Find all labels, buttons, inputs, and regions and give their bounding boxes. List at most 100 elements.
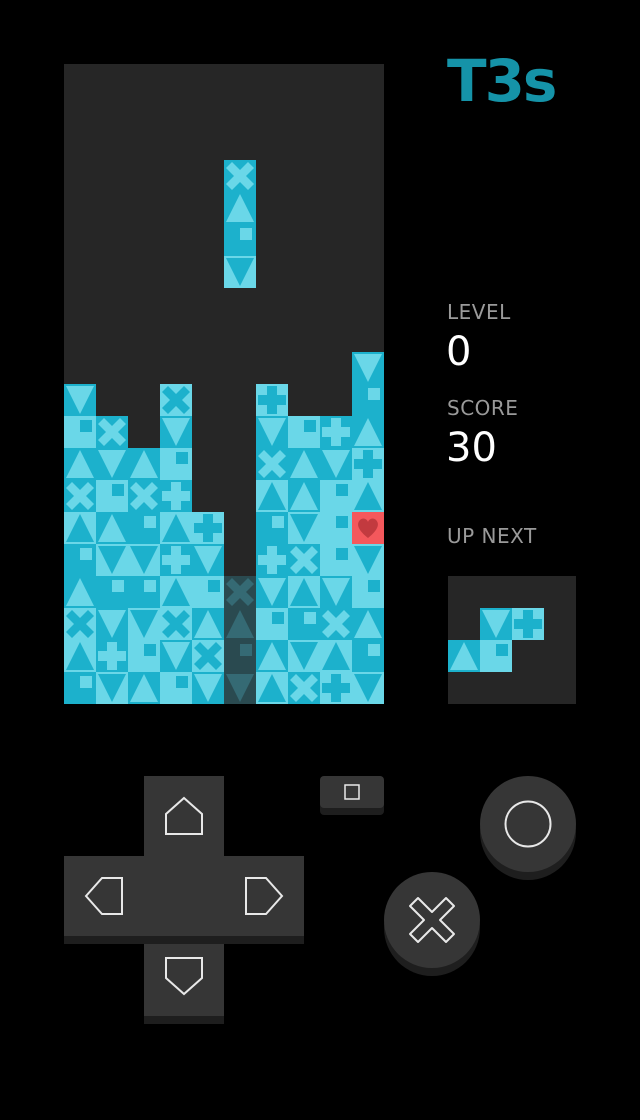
next-piece-block — [448, 640, 480, 672]
circle-button[interactable] — [480, 776, 576, 872]
stack-block — [160, 576, 192, 608]
stack-block — [128, 640, 160, 672]
dpad-right-button[interactable] — [224, 856, 304, 936]
stack-block — [96, 640, 128, 672]
cross-button[interactable] — [384, 872, 480, 968]
stack-block — [320, 416, 352, 448]
stack-block — [352, 608, 384, 640]
level-value: 0 — [446, 329, 472, 375]
stack-block — [288, 480, 320, 512]
stack-block — [352, 544, 384, 576]
app-title: T3s — [447, 47, 557, 115]
stack-block — [288, 512, 320, 544]
stack-block — [320, 640, 352, 672]
stack-block — [256, 416, 288, 448]
stack-block — [352, 512, 384, 544]
stack-block — [192, 640, 224, 672]
stack-block — [352, 480, 384, 512]
stack-block — [128, 608, 160, 640]
dpad-center — [144, 856, 224, 936]
stack-block — [160, 672, 192, 704]
active-piece-block — [224, 160, 256, 192]
stack-block — [288, 640, 320, 672]
stack-block — [256, 544, 288, 576]
dpad-down-button[interactable] — [144, 936, 224, 1016]
stack-block — [96, 480, 128, 512]
stack-block — [128, 448, 160, 480]
stack-block — [256, 512, 288, 544]
stack-block — [128, 512, 160, 544]
stack-block — [192, 576, 224, 608]
stack-block — [288, 672, 320, 704]
stack-block — [352, 352, 384, 384]
next-piece-block — [480, 608, 512, 640]
ghost-block — [224, 672, 256, 704]
next-piece-preview — [448, 576, 576, 704]
stack-block — [64, 608, 96, 640]
stack-block — [96, 608, 128, 640]
stack-block — [160, 608, 192, 640]
stack-block — [192, 608, 224, 640]
stack-block — [352, 640, 384, 672]
stack-block — [128, 544, 160, 576]
stack-block — [64, 576, 96, 608]
score-value: 30 — [446, 425, 497, 471]
down-arrow-icon — [165, 957, 203, 996]
select-button[interactable] — [320, 776, 384, 808]
stack-block — [160, 480, 192, 512]
stack-block — [96, 448, 128, 480]
game-board — [64, 64, 384, 704]
stack-block — [160, 544, 192, 576]
active-piece-block — [224, 256, 256, 288]
stack-block — [320, 544, 352, 576]
stack-block — [64, 512, 96, 544]
stack-block — [64, 480, 96, 512]
stack-block — [128, 576, 160, 608]
stack-block — [320, 608, 352, 640]
stack-block — [320, 480, 352, 512]
stack-block — [64, 544, 96, 576]
stack-block — [64, 384, 96, 416]
right-arrow-icon — [245, 877, 284, 915]
stack-block — [160, 448, 192, 480]
next-piece-block — [512, 608, 544, 640]
stack-block — [160, 640, 192, 672]
stack-block — [352, 448, 384, 480]
stack-block — [256, 608, 288, 640]
stack-block — [96, 416, 128, 448]
ghost-block — [224, 640, 256, 672]
stack-block — [128, 672, 160, 704]
stack-block — [160, 416, 192, 448]
stack-block — [256, 672, 288, 704]
stack-block — [64, 448, 96, 480]
stack-block — [64, 640, 96, 672]
active-piece-block — [224, 192, 256, 224]
stack-block — [352, 576, 384, 608]
stack-block — [320, 672, 352, 704]
stack-block — [256, 480, 288, 512]
ghost-block — [224, 608, 256, 640]
stack-block — [288, 544, 320, 576]
stack-block — [160, 384, 192, 416]
dpad-up-button[interactable] — [144, 776, 224, 856]
square-icon — [344, 784, 360, 800]
active-piece-block — [224, 224, 256, 256]
stack-block — [288, 576, 320, 608]
level-label: LEVEL — [447, 300, 511, 324]
circle-icon — [504, 800, 552, 848]
left-arrow-icon — [84, 877, 123, 915]
stack-block — [352, 384, 384, 416]
stack-block — [192, 544, 224, 576]
stack-block — [320, 448, 352, 480]
up-arrow-icon — [165, 796, 203, 835]
score-label: SCORE — [447, 396, 519, 420]
stack-block — [288, 608, 320, 640]
stack-block — [96, 672, 128, 704]
ghost-block — [224, 576, 256, 608]
dpad-left-button[interactable] — [64, 856, 144, 936]
stack-block — [192, 672, 224, 704]
stack-block — [96, 544, 128, 576]
stack-block — [288, 416, 320, 448]
stack-block — [160, 512, 192, 544]
stack-block — [64, 672, 96, 704]
